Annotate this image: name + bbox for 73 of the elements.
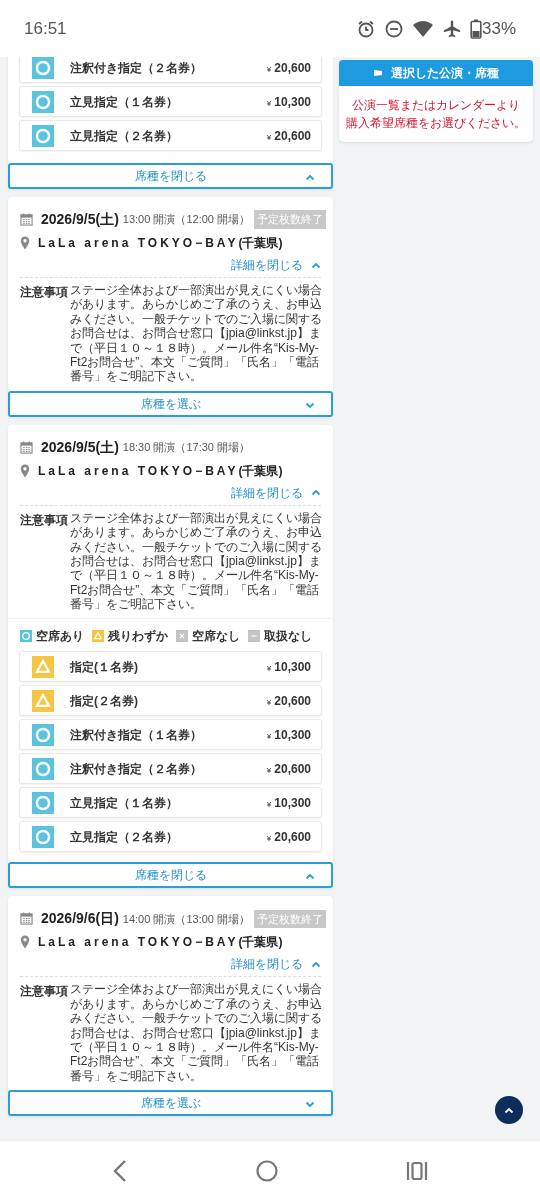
seat-price: 20,600	[274, 828, 311, 846]
seat-name: 立見指定（２名券）	[70, 828, 178, 846]
seat-price: 20,600	[274, 59, 311, 77]
currency-symbol: ¥	[266, 798, 272, 811]
performance-date: 2026/9/5(土)	[41, 437, 119, 457]
currency-symbol: ¥	[266, 662, 272, 675]
do-not-disturb-icon	[383, 18, 404, 39]
notes-text: ステージ全体および一部演出が見えにくい場合があります。あらかじめご了承のうえ、お申込みください。一般チケットでのご入場に関するお問合せは、お問合せ窓口【jpia@linkst.jp】まで（平日１０～１８時）。メール件名“Kis-My-Ft2お問合せ”、本文「ご質問」「氏名」「電話番号」をご明記下さい。	[70, 982, 323, 1084]
currency-symbol: ¥	[266, 63, 272, 76]
seat-toggle-button[interactable]: 席種を選ぶ	[8, 390, 333, 417]
notes-label: 注意事項	[20, 983, 69, 1001]
notes-text: ステージ全体および一部演出が見えにくい場合があります。あらかじめご了承のうえ、お申込みください。一般チケットでのご入場に関するお問合せは、お問合せ窓口【jpia@linkst.jp】まで（平日１０～１８時）。メール件名“Kis-My-Ft2お問合せ”、本文「ご質問」「氏名」「電話番号」をご明記下さい。	[70, 510, 323, 612]
performance-date: 2026/9/5(土)	[41, 210, 119, 229]
panel-message: 公演一覧またはカレンダーより 購入希望席種をお選びください。	[345, 97, 527, 132]
venue-name: LaLa arena TOKYO−BAY(千葉県)	[38, 235, 283, 252]
airplane-icon	[441, 18, 462, 39]
seat-price: 10,300	[274, 726, 311, 744]
flag-icon	[373, 69, 383, 77]
location-pin-icon	[20, 463, 30, 478]
calendar-icon	[20, 440, 33, 454]
currency-symbol: ¥	[266, 97, 272, 110]
seat-toggle-button[interactable]: 席種を選ぶ	[8, 1090, 333, 1117]
details-toggle-link[interactable]: 詳細を閉じる	[231, 483, 321, 502]
notes-label: 注意事項	[20, 284, 69, 301]
back-icon[interactable]	[112, 1158, 128, 1183]
seat-name: 注釈付き指定（２名券）	[70, 760, 202, 778]
status-time: 16:51	[24, 17, 67, 40]
battery-percent: 33%	[481, 17, 516, 40]
currency-symbol: ¥	[266, 764, 272, 777]
venue-name: LaLa arena TOKYO−BAY(千葉県)	[38, 462, 283, 480]
notes-text: ステージ全体および一部演出が見えにくい場合があります。あらかじめご了承のうえ、お申込みください。一般チケットでのご入場に関するお問合せは、お問合せ窓口【jpia@linkst.jp】まで（平日１０～１８時）。メール件名“Kis-My-Ft2お問合せ”、本文「ご質問」「氏名」「電話番号」をご明記下さい。	[70, 283, 323, 384]
seat-price: 10,300	[274, 794, 311, 812]
seat-name: 指定(２名券)	[70, 692, 138, 710]
notes-label: 注意事項	[20, 511, 69, 529]
battery-icon	[469, 18, 482, 39]
details-toggle-link[interactable]: 詳細を閉じる	[231, 955, 321, 974]
calendar-icon	[20, 912, 33, 926]
performance-time: 18:30 開演（17:30 開場）	[122, 440, 250, 455]
seat-name: 注釈付き指定（２名券）	[70, 59, 202, 77]
wifi-icon	[411, 19, 434, 38]
currency-symbol: ¥	[266, 730, 272, 743]
seat-price: 20,600	[274, 760, 311, 778]
home-icon[interactable]	[256, 1159, 278, 1182]
seat-name: 注釈付き指定（１名券）	[70, 726, 202, 744]
seat-name: 指定(１名券)	[70, 658, 138, 676]
calendar-icon	[20, 213, 33, 226]
recent-apps-icon[interactable]	[406, 1160, 428, 1181]
legend-label: 取扱なし	[264, 628, 312, 646]
performance-time: 14:00 開演（13:00 開場）	[122, 911, 250, 927]
performance-time: 13:00 開演（12:00 開場）	[122, 212, 250, 228]
legend-label: 空席なし	[192, 628, 240, 646]
chevron-icon	[504, 1106, 514, 1114]
scroll-to-top-button[interactable]	[495, 1096, 523, 1124]
seat-name: 立見指定（２名券）	[70, 127, 178, 145]
seat-toggle-button[interactable]: 席種を閉じる	[8, 862, 333, 889]
details-toggle-link[interactable]: 詳細を閉じる	[231, 256, 321, 274]
currency-symbol: ¥	[266, 696, 272, 709]
seat-name: 立見指定（１名券）	[70, 794, 178, 812]
seat-toggle-button[interactable]: 席種を閉じる	[8, 163, 333, 189]
panel-title: 選択した公演・席種	[391, 65, 499, 82]
location-pin-icon	[20, 935, 30, 950]
currency-symbol: ¥	[266, 832, 272, 845]
location-pin-icon	[20, 236, 30, 250]
seat-price: 20,600	[274, 127, 311, 145]
currency-symbol: ¥	[266, 131, 272, 144]
seat-name: 立見指定（１名券）	[70, 93, 178, 111]
seat-price: 10,300	[274, 93, 311, 111]
venue-name: LaLa arena TOKYO−BAY(千葉県)	[38, 934, 283, 952]
legend-label: 残りわずか	[108, 628, 168, 646]
seat-price: 20,600	[274, 692, 311, 710]
performance-date: 2026/9/6(日)	[41, 909, 119, 929]
seat-price: 10,300	[274, 658, 311, 676]
legend-label: 空席あり	[36, 628, 84, 646]
